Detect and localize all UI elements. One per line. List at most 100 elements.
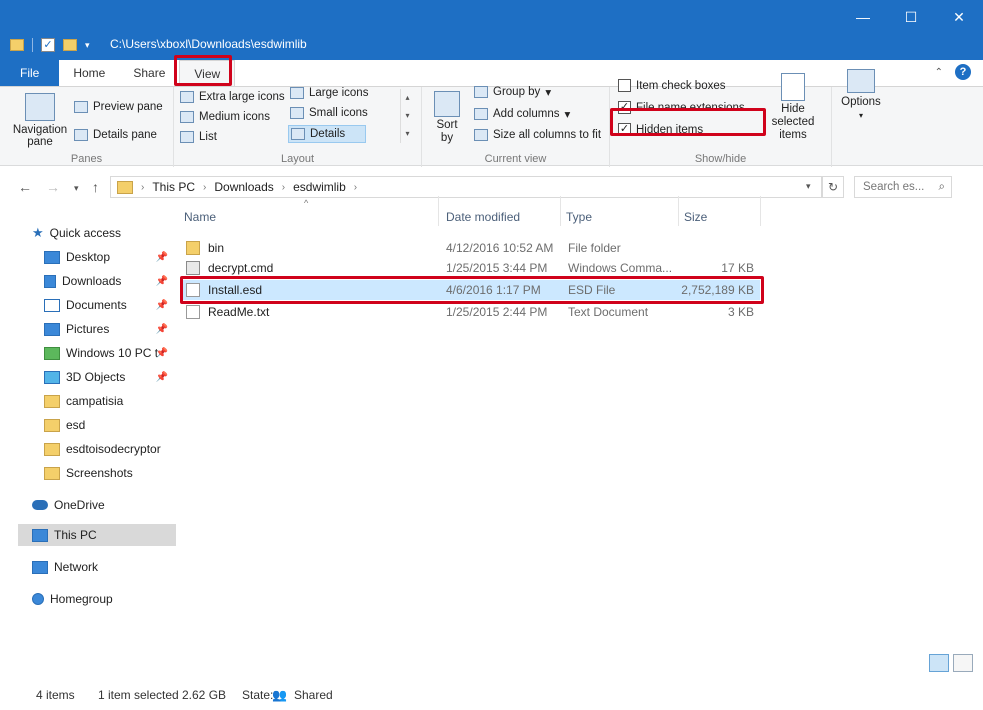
new-folder-icon[interactable] [63,39,77,51]
column-header-date[interactable]: Date modified [446,204,520,230]
details-option[interactable]: Details [288,125,367,143]
refresh-button[interactable]: ↻ [822,176,844,198]
preview-pane-label: Preview pane [93,101,163,113]
navigation-pane-button[interactable]: Navigation pane [10,93,70,148]
folder-icon[interactable] [10,39,24,51]
nav-documents-label: Documents [66,298,127,312]
search-icon: ⌕ [938,181,945,193]
minimize-button[interactable]: — [839,0,887,34]
options-button[interactable]: Options ▾ [836,69,886,120]
maximize-button[interactable]: ☐ [887,0,935,34]
small-icons-option[interactable]: Small icons [290,107,368,119]
nav-desktop[interactable]: Desktop 📌 [18,246,176,268]
nav-esd[interactable]: esd [18,414,176,436]
breadcrumb-separator[interactable]: › [141,182,144,193]
nav-network[interactable]: Network [18,556,176,578]
nav-this-pc-label: This PC [54,528,97,542]
size-all-columns-button[interactable]: Size all columns to fit [474,129,601,141]
item-check-boxes-toggle[interactable]: Item check boxes [618,79,725,92]
nav-screenshots-label: Screenshots [66,466,133,480]
address-dropdown-icon[interactable]: ▾ [806,181,811,192]
pin-icon[interactable]: 📌 [156,276,168,287]
nav-esdtoisodecryptor[interactable]: esdtoisodecryptor [18,438,176,460]
preview-pane-button[interactable]: Preview pane [74,101,163,113]
search-input[interactable]: Search es... ⌕ [854,176,952,198]
close-button[interactable]: ✕ [935,0,983,34]
sort-by-button[interactable]: Sort by [432,91,462,145]
nav-quick-access[interactable]: ★ Quick access [18,222,176,244]
column-divider[interactable] [438,196,439,226]
column-divider[interactable] [760,196,761,226]
pin-icon[interactable]: 📌 [156,324,168,335]
pin-icon[interactable]: 📌 [156,372,168,383]
small-icons-label: Small icons [309,107,368,119]
column-header-type[interactable]: Type [566,204,592,230]
nav-screenshots[interactable]: Screenshots [18,462,176,484]
breadcrumb-separator[interactable]: › [282,182,285,193]
folder-icon [44,394,60,408]
breadcrumb-separator[interactable]: › [354,182,357,193]
details-label: Details [310,128,346,140]
options-icon [847,69,875,93]
nav-pictures[interactable]: Pictures 📌 [18,318,176,340]
computer-icon [32,528,48,542]
tab-home[interactable]: Home [59,60,119,86]
nav-documents[interactable]: Documents 📌 [18,294,176,316]
details-pane-button[interactable]: Details pane [74,129,157,141]
details-view-icon[interactable] [929,654,949,672]
customize-toolbar-arrow-icon[interactable]: ▾ [85,40,90,51]
status-state-label: State: [242,688,274,702]
large-icons-view-icon[interactable] [953,654,973,672]
hide-selected-items-button[interactable]: Hide selected items [762,73,824,142]
tab-share[interactable]: Share [119,60,179,86]
minimize-ribbon-chevron-icon[interactable]: ⌃ [935,67,943,78]
tab-file[interactable]: File [0,60,60,86]
sort-ascending-icon: ^ [304,198,309,208]
pin-icon[interactable]: 📌 [156,252,168,263]
forward-arrow-icon[interactable]: → [46,179,60,195]
breadcrumb-esdwimlib[interactable]: esdwimlib [293,180,346,194]
file-row-readme-txt[interactable]: ReadMe.txt 1/25/2015 2:44 PM Text Docume… [180,302,760,322]
status-state-value: Shared [294,688,333,702]
nav-campatisia[interactable]: campatisia [18,390,176,412]
window-controls: — ☐ ✕ [839,0,983,34]
back-arrow-icon[interactable]: ← [18,179,32,195]
nav-esdtoisodecryptor-label: esdtoisodecryptor [66,442,161,456]
medium-icons-option[interactable]: Medium icons [180,111,270,123]
large-icons-option[interactable]: Large icons [290,87,368,99]
up-arrow-icon[interactable]: ↑ [92,179,99,195]
nav-windows-10-pc[interactable]: Windows 10 PC t 📌 [18,342,176,364]
help-icon[interactable]: ? [955,64,971,80]
recent-locations-chevron-icon[interactable]: ▾ [74,183,79,194]
breadcrumb-this-pc[interactable]: This PC [152,180,195,194]
file-row-bin[interactable]: bin 4/12/2016 10:52 AM File folder [180,238,760,258]
nav-onedrive[interactable]: OneDrive [18,494,176,516]
pin-icon[interactable]: 📌 [156,300,168,311]
item-check-boxes-checkbox[interactable] [618,79,631,92]
column-header-size[interactable]: Size [684,204,707,230]
group-by-icon [474,86,488,98]
column-header-name[interactable]: Name [184,204,216,230]
file-row-decrypt-cmd[interactable]: decrypt.cmd 1/25/2015 3:44 PM Windows Co… [180,258,760,278]
add-columns-button[interactable]: Add columns ▾ [474,107,570,121]
breadcrumb[interactable]: › This PC › Downloads › esdwimlib › [110,176,822,198]
shared-users-icon: 👥 [272,688,287,702]
nav-this-pc[interactable]: This PC [18,524,176,546]
group-by-button[interactable]: Group by ▾ [474,85,551,99]
star-icon: ★ [32,225,44,240]
nav-3d-objects[interactable]: 3D Objects 📌 [18,366,176,388]
ribbon: Navigation pane Preview pane Details pan… [0,69,983,167]
breadcrumb-separator[interactable]: › [203,182,206,193]
properties-check-icon[interactable]: ✓ [41,38,55,52]
column-divider[interactable] [560,196,561,226]
layout-scroll-arrows[interactable]: ▴ ▾ ▾ [400,89,414,143]
nav-downloads[interactable]: Downloads 📌 [18,270,176,292]
folder-icon [117,180,133,194]
extra-large-icons-option[interactable]: Extra large icons [180,91,285,103]
file-list: ^ Name Date modified Type Size bin 4/12/… [176,196,983,666]
pin-icon[interactable]: 📌 [156,348,168,359]
breadcrumb-downloads[interactable]: Downloads [214,180,273,194]
column-divider[interactable] [678,196,679,226]
nav-homegroup[interactable]: Homegroup [18,588,176,610]
list-option[interactable]: List [180,131,217,143]
